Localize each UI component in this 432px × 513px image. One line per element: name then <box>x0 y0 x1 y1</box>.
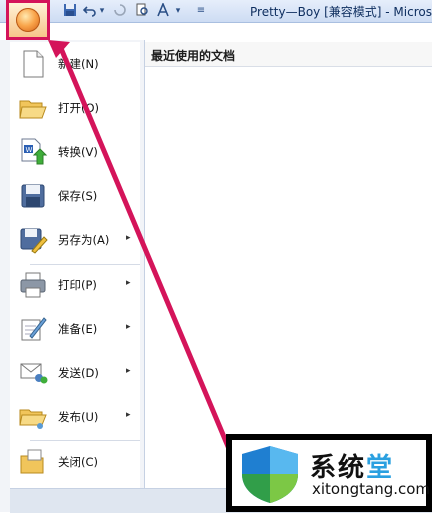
watermark-brand: 系统堂 <box>310 447 394 484</box>
redo-icon[interactable] <box>112 3 128 19</box>
menu-item-label: 准备(E) <box>58 322 98 336</box>
undo-dropdown-icon[interactable]: ▾ <box>98 3 106 19</box>
menu-item-label: 打开(O) <box>58 101 100 115</box>
svg-text:W: W <box>26 146 33 154</box>
submenu-arrow-icon: ▸ <box>126 233 131 243</box>
menu-item-print[interactable]: 打印(P) ▸ <box>10 265 140 305</box>
menu-item-send[interactable]: 发送(D) ▸ <box>10 353 140 393</box>
menu-item-label: 关闭(C) <box>58 455 99 469</box>
prepare-icon <box>18 314 48 344</box>
font-style-icon[interactable] <box>156 1 172 19</box>
menu-item-label: 发布(U) <box>58 410 99 424</box>
print-icon <box>18 270 48 300</box>
menu-item-publish[interactable]: 发布(U) ▸ <box>10 397 140 437</box>
close-document-icon <box>18 447 48 477</box>
publish-icon <box>18 402 48 432</box>
watermark-brand-accent: 堂 <box>366 453 395 483</box>
submenu-arrow-icon: ▸ <box>126 278 131 288</box>
new-document-icon <box>18 49 48 79</box>
open-folder-icon <box>18 93 48 123</box>
watermark-brand-main: 系统 <box>310 453 367 483</box>
font-style-dropdown-icon[interactable]: ▾ <box>174 3 182 19</box>
menu-item-label: 发送(D) <box>58 366 99 380</box>
submenu-arrow-icon: ▸ <box>126 366 131 376</box>
submenu-arrow-icon: ▸ <box>126 322 131 332</box>
customize-toolbar-icon[interactable]: ≡ <box>196 3 206 19</box>
menu-item-label: 新建(N) <box>58 57 99 71</box>
menu-item-prepare[interactable]: 准备(E) ▸ <box>10 309 140 349</box>
print-preview-icon[interactable] <box>134 3 150 19</box>
menu-separator <box>30 440 140 441</box>
menu-item-save[interactable]: 保存(S) <box>10 176 140 216</box>
menu-item-label: 另存为(A) <box>58 233 110 247</box>
convert-icon: W <box>18 137 48 167</box>
send-icon <box>18 358 48 388</box>
menu-item-close[interactable]: 关闭(C) <box>10 442 140 482</box>
undo-icon[interactable] <box>82 3 98 19</box>
office-button[interactable] <box>6 0 50 40</box>
menu-item-convert[interactable]: W 转换(V) <box>10 132 140 172</box>
submenu-arrow-icon: ▸ <box>126 410 131 420</box>
menu-item-label: 转换(V) <box>58 145 98 159</box>
window-title: Pretty—Boy [兼容模式] - Micros <box>250 5 432 19</box>
watermark-url: xitongtang.com <box>312 480 431 498</box>
office-menu: 新建(N) 打开(O) W 转换(V) 保存(S) 另存为(A) ▸ 打印(P)… <box>10 42 140 490</box>
shield-logo-icon <box>236 444 304 504</box>
office-logo-icon <box>16 8 40 32</box>
menu-item-save-as[interactable]: 另存为(A) ▸ <box>10 220 140 260</box>
save-icon[interactable] <box>62 3 78 19</box>
recent-documents-panel <box>145 42 432 490</box>
menu-item-label: 保存(S) <box>58 189 98 203</box>
menu-item-open[interactable]: 打开(O) <box>10 88 140 128</box>
save-as-icon <box>18 225 48 255</box>
menu-item-label: 打印(P) <box>58 278 97 292</box>
save-icon <box>18 181 48 211</box>
recent-documents-title: 最近使用的文档 <box>151 49 236 63</box>
menu-item-new[interactable]: 新建(N) <box>10 44 140 84</box>
